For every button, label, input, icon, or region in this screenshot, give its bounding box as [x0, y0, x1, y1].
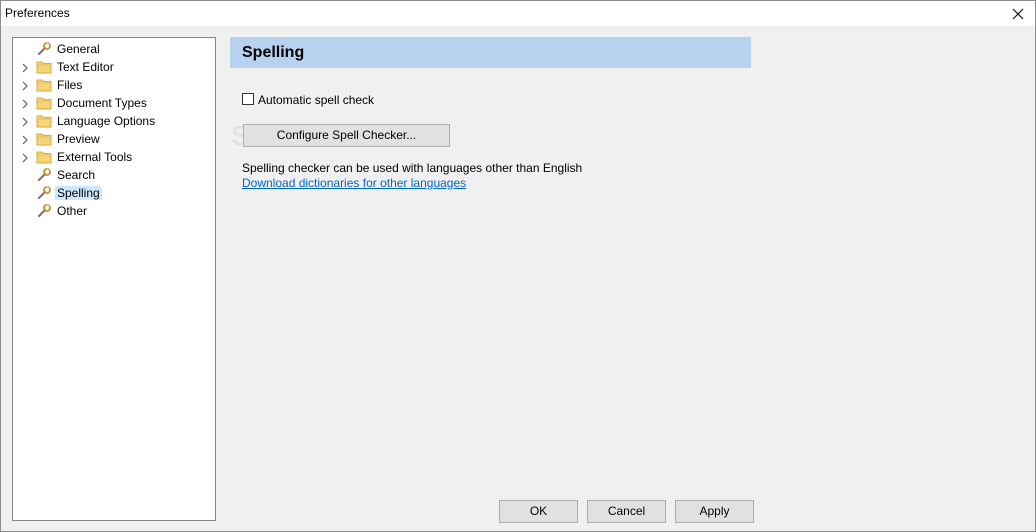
- apply-button[interactable]: Apply: [675, 500, 754, 523]
- close-button[interactable]: [1001, 1, 1035, 26]
- tree-item-spelling[interactable]: Spelling: [13, 184, 213, 202]
- tree-item-label: Language Options: [57, 114, 156, 128]
- chevron-right-icon[interactable]: [20, 80, 30, 91]
- automatic-spell-check-label[interactable]: Automatic spell check: [258, 93, 374, 107]
- cancel-button[interactable]: Cancel: [587, 500, 666, 523]
- chevron-right-icon[interactable]: [20, 152, 30, 163]
- folder-icon: [36, 78, 52, 92]
- tree-item-label: Spelling: [55, 186, 102, 200]
- window-title: Preferences: [5, 6, 70, 20]
- tree-item-label: Other: [57, 204, 88, 218]
- tree-item-files[interactable]: Files: [13, 76, 213, 94]
- tree-item-text-editor[interactable]: Text Editor: [13, 58, 213, 76]
- wrench-icon: [36, 42, 52, 56]
- section-header: Spelling: [230, 37, 751, 68]
- tree-item-search[interactable]: Search: [13, 166, 213, 184]
- folder-icon: [36, 60, 52, 74]
- tree-item-external-tools[interactable]: External Tools: [13, 148, 213, 166]
- preferences-window: Preferences General Text Editor Files Docum…: [0, 0, 1036, 532]
- tree-item-document-types[interactable]: Document Types: [13, 94, 213, 112]
- folder-icon: [36, 150, 52, 164]
- chevron-right-icon[interactable]: [20, 134, 30, 145]
- automatic-spell-check-checkbox[interactable]: [242, 93, 254, 105]
- close-icon: [1012, 8, 1024, 19]
- ok-button[interactable]: OK: [499, 500, 578, 523]
- download-dictionaries-link[interactable]: Download dictionaries for other language…: [242, 176, 466, 190]
- configure-spell-checker-button[interactable]: Configure Spell Checker...: [243, 124, 450, 147]
- info-text: Spelling checker can be used with langua…: [242, 161, 583, 175]
- tree-item-label: Preview: [57, 132, 100, 146]
- folder-icon: [36, 114, 52, 128]
- chevron-right-icon[interactable]: [20, 98, 30, 109]
- tree-item-general[interactable]: General: [13, 40, 213, 58]
- section-title: Spelling: [242, 44, 305, 61]
- wrench-icon: [36, 168, 52, 182]
- title-bar: Preferences: [1, 1, 1035, 26]
- chevron-right-icon[interactable]: [20, 116, 30, 127]
- tree-item-label: Document Types: [57, 96, 147, 110]
- folder-icon: [36, 96, 52, 110]
- tree-item-label: Files: [57, 78, 83, 92]
- category-tree[interactable]: General Text Editor Files Document Types Lan…: [12, 37, 216, 521]
- tree-item-label: Search: [57, 168, 96, 182]
- wrench-icon: [36, 204, 52, 218]
- tree-item-other[interactable]: Other: [13, 202, 213, 220]
- tree-item-language-options[interactable]: Language Options: [13, 112, 213, 130]
- tree-item-preview[interactable]: Preview: [13, 130, 213, 148]
- folder-icon: [36, 132, 52, 146]
- wrench-icon: [36, 186, 52, 200]
- tree-item-label: Text Editor: [57, 60, 114, 74]
- tree-item-label: General: [57, 42, 100, 56]
- tree-item-label: External Tools: [57, 150, 133, 164]
- chevron-right-icon[interactable]: [20, 62, 30, 73]
